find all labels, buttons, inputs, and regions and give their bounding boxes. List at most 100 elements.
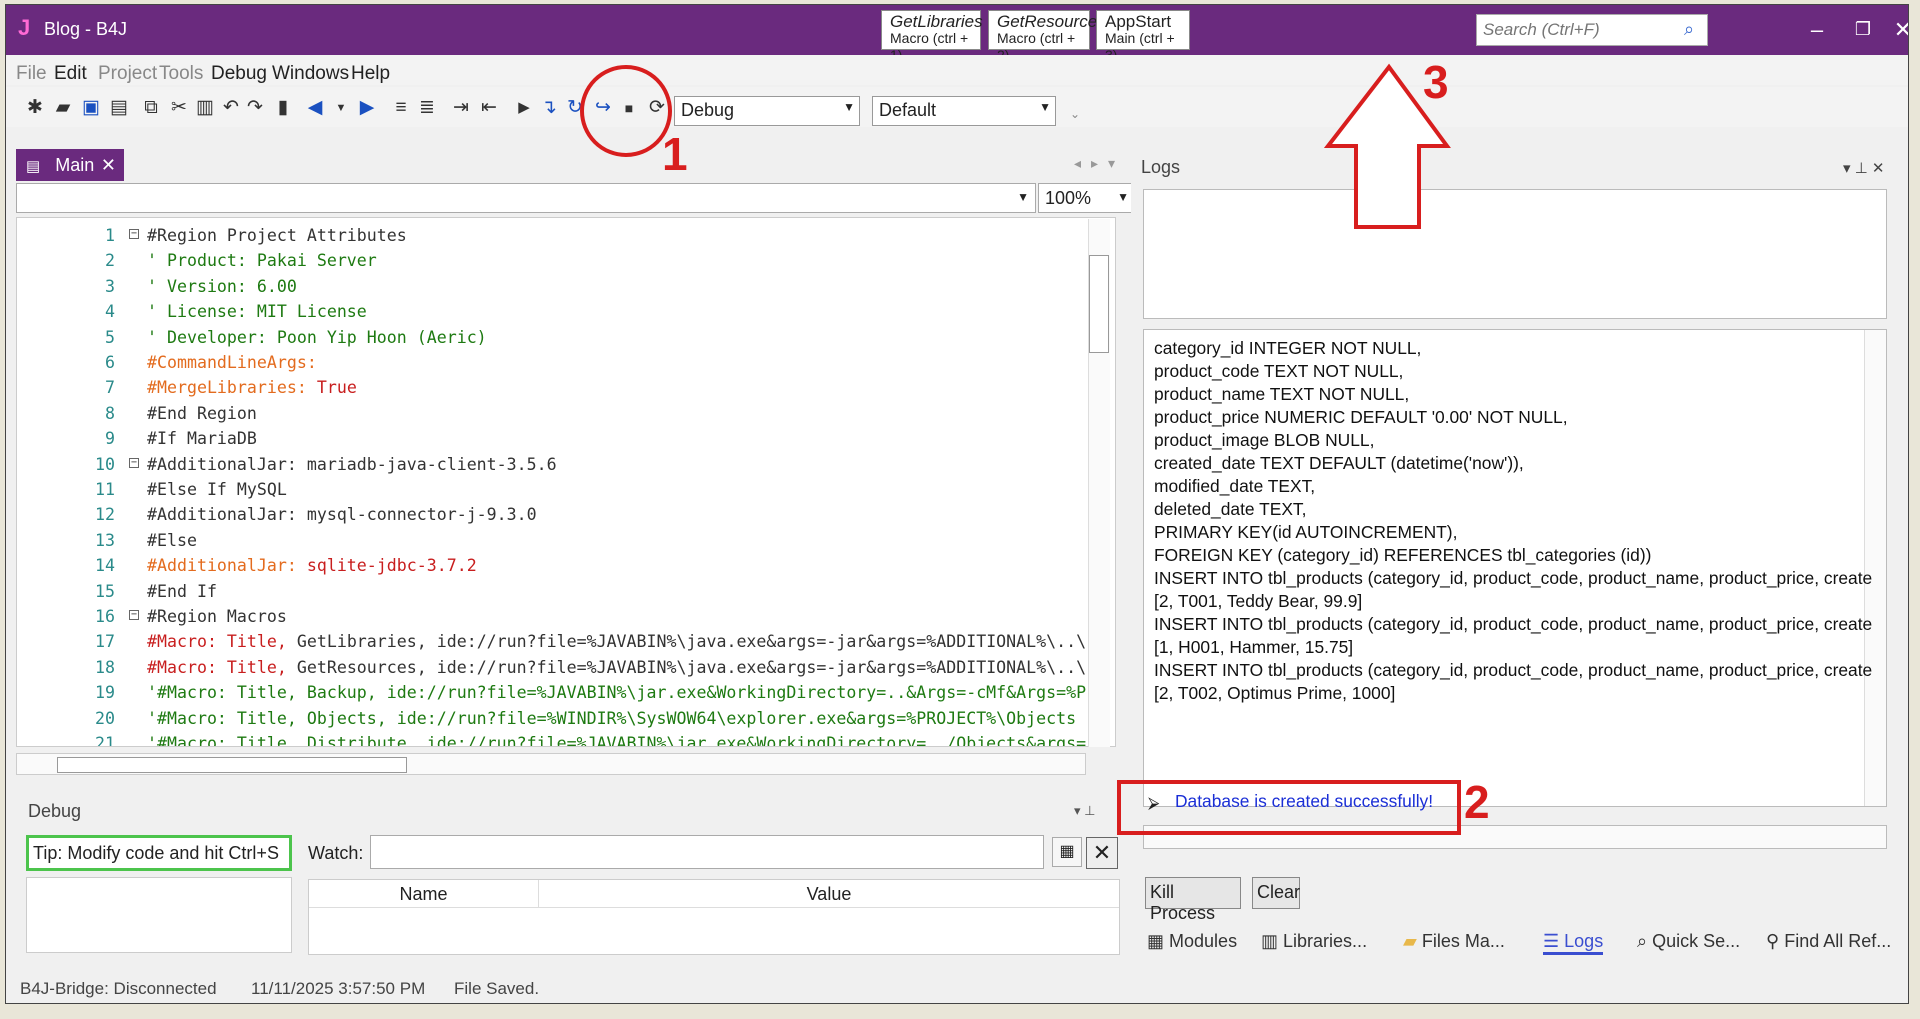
fold-toggle-icon[interactable]: −: [129, 457, 139, 468]
menu-tools[interactable]: Tools: [159, 63, 203, 85]
cut-icon[interactable]: ✂: [166, 95, 192, 121]
macro-name: GetResources: [997, 12, 1106, 31]
menu-file[interactable]: File: [16, 63, 47, 85]
step-out-icon[interactable]: ↪: [590, 95, 616, 121]
chevron-down-icon[interactable]: ▼: [328, 95, 354, 121]
bottom-tab-bar: ▦ Modules ▥ Libraries... ▰ Files Ma... ☰…: [1141, 925, 1908, 961]
modules-icon: ▦: [1147, 931, 1165, 951]
minimize-icon[interactable]: –: [1802, 17, 1832, 43]
menu-project[interactable]: Project: [98, 63, 157, 85]
tab-modules[interactable]: ▦ Modules: [1147, 931, 1237, 952]
build-target-select[interactable]: Default ▼: [872, 96, 1056, 126]
fold-toggle-icon[interactable]: −: [129, 610, 139, 620]
copy-icon[interactable]: ⧉: [138, 95, 164, 121]
line-number: 4: [105, 302, 115, 322]
code-text: '#Macro: Title, Distribute, ide://run?fi…: [147, 734, 1087, 747]
logs-filter-box: [1143, 189, 1887, 319]
save-icon[interactable]: ▣: [78, 95, 104, 121]
clear-button[interactable]: Clear: [1252, 877, 1300, 909]
macro-button-getlibraries[interactable]: GetLibraries Macro (ctrl + 1): [881, 10, 983, 63]
calculator-icon[interactable]: ▦: [1052, 837, 1082, 867]
sub-select[interactable]: ▼: [16, 183, 1036, 213]
save-all-icon[interactable]: ▤: [106, 95, 132, 121]
redo-icon[interactable]: ↷: [242, 95, 268, 121]
annotation-label-1: 1: [662, 128, 688, 180]
build-target-value: Default: [879, 100, 937, 120]
toolbar-overflow-icon[interactable]: ⌄: [1062, 101, 1088, 127]
code-text: #Macro: Title, GetResources, ide://run?f…: [147, 658, 1086, 677]
search-input[interactable]: [1476, 14, 1708, 46]
build-config-select[interactable]: Debug ▼: [674, 96, 860, 126]
restore-icon[interactable]: ❐: [1848, 19, 1878, 40]
code-text: ' Version: 6.00: [147, 276, 297, 296]
menu-help[interactable]: Help: [351, 63, 390, 85]
new-file-icon[interactable]: ✱: [22, 95, 48, 121]
macro-button-getresources[interactable]: GetResources Macro (ctrl + 2): [988, 10, 1106, 63]
navigate-back-icon[interactable]: ◀: [302, 95, 328, 121]
column-header-name[interactable]: Name: [309, 880, 539, 908]
editor-hscroll-thumb[interactable]: [57, 757, 407, 773]
menu-debug[interactable]: Debug: [211, 63, 267, 85]
code-text: #Else: [147, 530, 197, 550]
restart-icon[interactable]: ⟳: [644, 95, 670, 121]
macro-name: GetLibraries: [890, 12, 983, 31]
uncomment-block-icon[interactable]: ≣: [414, 95, 440, 121]
log-line: created_date TEXT DEFAULT (datetime('now…: [1154, 453, 1524, 473]
code-line: 21 '#Macro: Title, Distribute, ide://run?…: [17, 734, 1115, 747]
editor-horizontal-scrollbar[interactable]: [16, 753, 1086, 775]
tab-label: Quick Se...: [1652, 931, 1741, 951]
run-icon[interactable]: ▶: [511, 95, 537, 121]
open-folder-icon[interactable]: ▰: [50, 95, 76, 121]
tab-files-manager[interactable]: ▰ Files Ma...: [1403, 931, 1505, 952]
watch-input[interactable]: [370, 835, 1044, 869]
menu-edit[interactable]: Edit: [54, 63, 87, 85]
code-line: 1 − #Region Project Attributes: [17, 226, 1115, 251]
zoom-select[interactable]: 100% ▼: [1038, 183, 1134, 213]
log-success-message: Database is created successfully!: [1175, 791, 1434, 811]
code-line: 13 #Else: [17, 530, 1115, 556]
debug-panel-title: Debug: [28, 801, 82, 821]
log-entry-icon: ⮚: [1148, 795, 1160, 812]
tab-scroll-arrows-icon[interactable]: ◂▸▾: [1074, 155, 1125, 172]
tab-quick-search[interactable]: ⌕ Quick Se...: [1637, 931, 1740, 952]
logs-list[interactable]: category_id INTEGER NOT NULL, product_cod…: [1143, 329, 1887, 807]
comment-block-icon[interactable]: ≡: [388, 95, 414, 121]
close-tab-icon[interactable]: ✕: [101, 155, 116, 176]
macro-button-appstart[interactable]: AppStart Main (ctrl + 3): [1096, 10, 1190, 63]
outdent-icon[interactable]: ⇤: [476, 95, 502, 121]
tab-logs[interactable]: ☰ Logs: [1543, 931, 1604, 955]
tab-label: Files Ma...: [1421, 931, 1505, 951]
column-header-value[interactable]: Value: [539, 880, 1119, 908]
log-line: INSERT INTO tbl_products (category_id, p…: [1154, 614, 1873, 634]
code-text: ' License: MIT License: [147, 302, 367, 322]
navigate-forward-icon[interactable]: ▶: [354, 95, 380, 121]
fold-toggle-icon[interactable]: −: [129, 229, 139, 239]
panel-controls-icon[interactable]: ▾ ⊥ ✕: [1843, 159, 1885, 177]
step-over-icon[interactable]: ↻: [562, 95, 588, 121]
watch-label: Watch:: [308, 843, 364, 863]
close-icon[interactable]: ✕: [1888, 17, 1908, 43]
pin-icon[interactable]: ▾ ⊥: [1074, 803, 1095, 819]
editor-scroll-thumb[interactable]: [1089, 255, 1109, 353]
code-text: #Macro: Title, GetLibraries, ide://run?f…: [147, 632, 1086, 651]
logs-horizontal-scrollbar[interactable]: [1143, 825, 1887, 849]
menu-windows[interactable]: Windows: [272, 63, 349, 85]
search-icon[interactable]: ⌕: [1684, 19, 1694, 40]
kill-process-button[interactable]: Kill Process: [1145, 877, 1241, 923]
code-editor[interactable]: 1− #Region Project Attributes 2 ' Product: …: [16, 217, 1116, 747]
bookmark-icon[interactable]: ▮: [270, 95, 296, 121]
clear-watch-icon[interactable]: ✕: [1086, 837, 1118, 869]
stop-icon[interactable]: ■: [616, 95, 642, 121]
indent-icon[interactable]: ⇥: [448, 95, 474, 121]
log-line: product_price NUMERIC DEFAULT '0.00' NOT…: [1154, 407, 1568, 427]
paste-icon[interactable]: ▥: [192, 95, 218, 121]
undo-icon[interactable]: ↶: [218, 95, 244, 121]
menu-bar: File Edit Project Tools Debug Windows He…: [6, 55, 1908, 85]
line-number: 12: [95, 505, 115, 525]
code-text: #Else If MySQL: [147, 480, 287, 499]
step-into-icon[interactable]: ↴: [536, 95, 562, 121]
tab-libraries[interactable]: ▥ Libraries...: [1261, 931, 1367, 952]
tab-find-all-references[interactable]: ⚲ Find All Ref...: [1766, 931, 1891, 952]
tab-main[interactable]: ▤ Main ✕: [16, 149, 124, 181]
code-key: #AdditionalJar:: [147, 556, 297, 576]
